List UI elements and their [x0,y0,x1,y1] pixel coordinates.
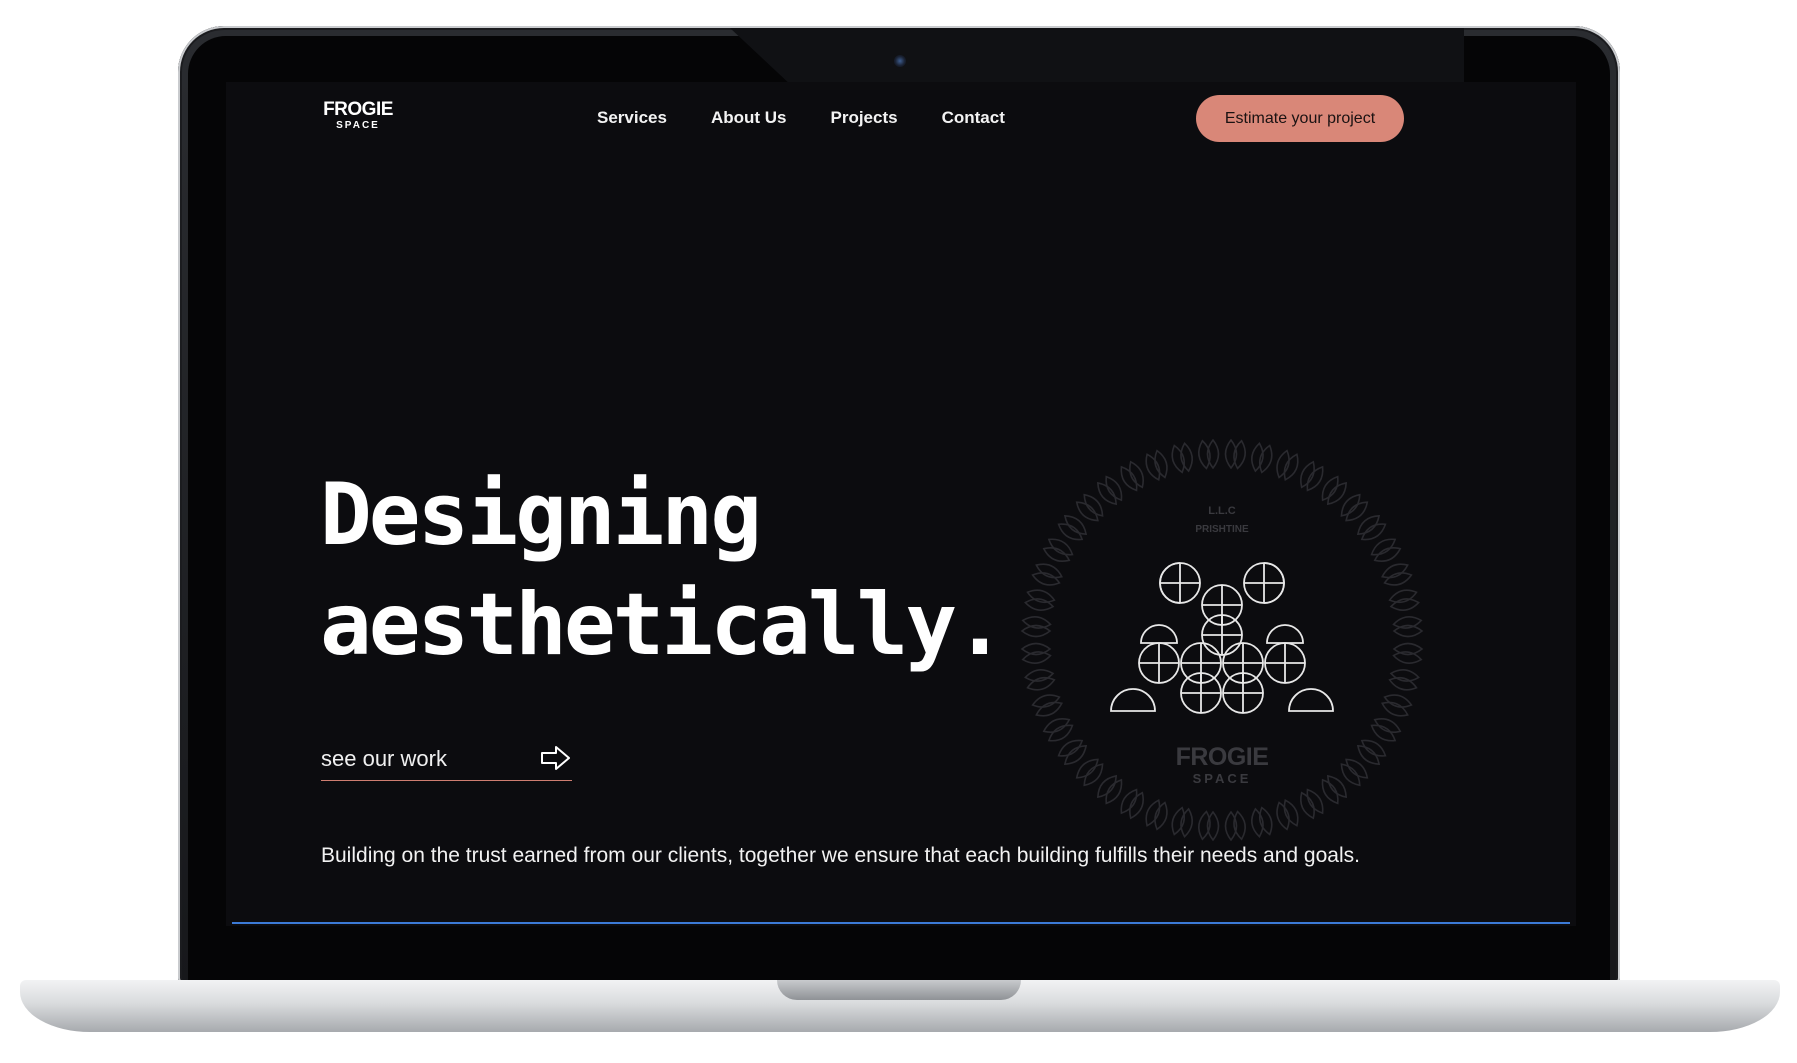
brand-name: FROGIE [323,99,393,120]
ring-leaf [1345,501,1381,536]
ring-leaf [1083,763,1118,799]
laptop-hinge [777,980,1021,1000]
nav-item-projects[interactable]: Projects [831,108,898,128]
emblem-pattern [1110,562,1334,714]
emblem-brand: FROGIE [1176,743,1269,771]
ring-leaf [1083,481,1118,517]
ring-leaf [1326,763,1361,799]
see-our-work-link[interactable]: see our work [321,740,572,781]
emblem-brand-sub: SPACE [1193,771,1252,786]
ring-leaf [1206,438,1238,470]
section-divider [232,922,1570,924]
ring-leaf [1360,724,1397,757]
ring-leaf [1047,523,1084,556]
frogie-emblem-icon: L.L.C PRISHTINE FROGIE SPACE [1020,438,1424,842]
nav-item-about-us[interactable]: About Us [711,108,787,128]
main-nav: Services About Us Projects Contact [597,108,1005,128]
ring-leaf [1063,501,1099,536]
bezel-notch [730,28,1464,83]
ring-leaf [1345,744,1381,779]
nav-item-contact[interactable]: Contact [942,108,1005,128]
pattern-dome [1110,688,1156,712]
emblem-top-text-1: L.L.C [1208,505,1236,517]
pattern-dome [1288,688,1334,712]
website-screen: FROGIE SPACE Services About Us Projects … [226,82,1576,926]
ring-leaf [1063,744,1099,779]
hero-title-line-2: aesthetically. [320,575,1006,675]
ring-leaf [1306,465,1339,502]
ring-leaf [1047,724,1084,757]
nav-item-services[interactable]: Services [597,108,667,128]
pattern-dome [1140,624,1178,644]
ring-leaf [1020,624,1052,656]
ring-leaf [1105,465,1138,502]
ring-leaf [1306,778,1339,815]
estimate-project-button[interactable]: Estimate your project [1196,95,1404,142]
brand-logo[interactable]: FROGIE SPACE [321,99,395,132]
arrow-right-icon [541,746,570,770]
pattern-dome [1266,624,1304,644]
ring-leaf [1392,624,1424,656]
emblem-top-text-2: PRISHTINE [1195,524,1249,535]
brand-sub: SPACE [336,120,380,131]
ring-leaf [1105,778,1138,815]
ring-leaf [1326,481,1361,517]
hero-title: Designing aesthetically. [320,460,1006,680]
camera-icon [894,55,906,67]
ring-leaf [1360,523,1397,556]
ring-leaf [1206,810,1238,842]
see-our-work-label: see our work [321,746,447,771]
hero-title-line-1: Designing [320,465,762,565]
